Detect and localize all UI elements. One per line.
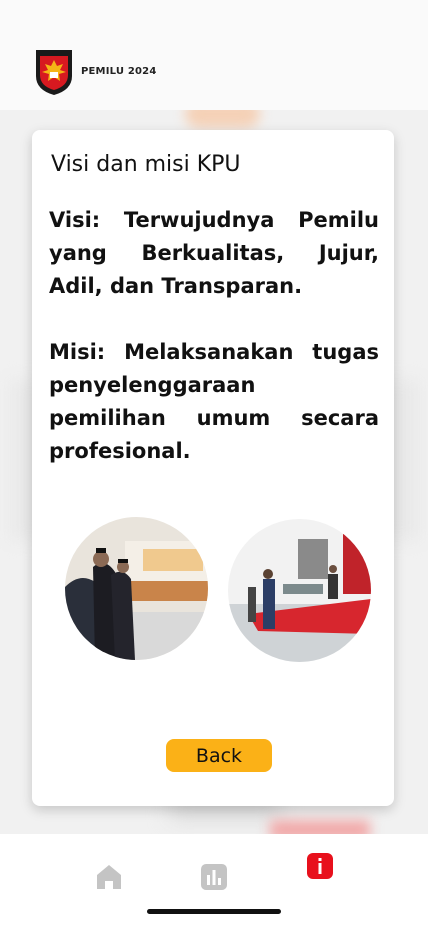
- info-icon[interactable]: [306, 852, 334, 880]
- app-header: PEMILU 2024: [0, 0, 428, 110]
- bottom-navigation: [0, 834, 428, 926]
- home-icon[interactable]: [94, 862, 124, 892]
- inauguration-photo-2: [228, 519, 371, 662]
- stats-icon[interactable]: [199, 862, 229, 892]
- kpu-logo: [36, 50, 72, 95]
- inauguration-photo-1: [65, 517, 208, 660]
- home-indicator[interactable]: [147, 909, 281, 914]
- modal-title: Visi dan misi KPU: [51, 152, 241, 177]
- mission-text: Misi: Melaksanakan tugas penyelenggaraan…: [49, 340, 379, 463]
- back-button[interactable]: Back: [166, 739, 272, 772]
- vision-text: Visi: Terwujudnya Pemilu yang Berkualita…: [49, 208, 379, 298]
- brand-title: PEMILU 2024: [81, 66, 157, 77]
- vision-mission-modal: Visi dan misi KPU Visi: Terwujudnya Pemi…: [32, 130, 394, 806]
